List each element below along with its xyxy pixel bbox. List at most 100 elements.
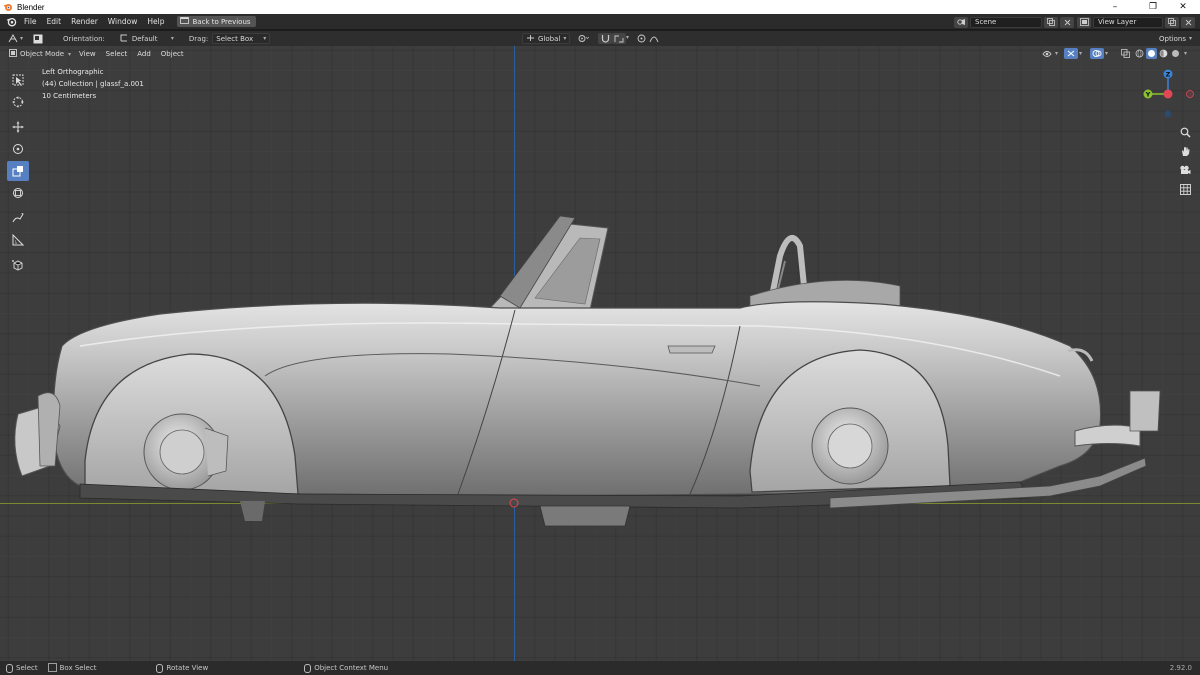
options-dropdown[interactable]: Options ▾: [1156, 33, 1196, 44]
visibility-chevron-icon[interactable]: ▾: [1055, 50, 1058, 57]
screen-icon: [180, 17, 190, 26]
annotate-tool-icon[interactable]: [7, 208, 29, 228]
close-button[interactable]: ✕: [1166, 0, 1200, 14]
scene-copy-icon[interactable]: [1044, 16, 1058, 28]
snap-target-icon[interactable]: [612, 33, 626, 44]
transform-tool-icon[interactable]: [7, 183, 29, 203]
view-layer-copy-icon[interactable]: [1165, 16, 1179, 28]
tool-shelf: [7, 70, 29, 277]
mouse-left-icon: [6, 663, 13, 673]
scene-selector: Scene: [954, 16, 1074, 28]
gizmo-y-label: Y: [1145, 91, 1151, 99]
view-layer-remove-icon[interactable]: [1181, 16, 1195, 28]
maximize-button[interactable]: ❐: [1136, 0, 1170, 14]
add-cube-tool-icon[interactable]: [7, 255, 29, 275]
blender-menu-icon[interactable]: [3, 14, 19, 30]
viewport-menu-view[interactable]: View: [74, 50, 101, 58]
select-box-tool-icon[interactable]: [7, 70, 29, 90]
viewport-menu-select[interactable]: Select: [101, 50, 133, 58]
orientation-chevron-icon: ▾: [170, 35, 174, 42]
object-visibility-icon[interactable]: [1040, 48, 1054, 59]
status-bar: Select Box Select Rotate View Object Con…: [0, 661, 1200, 675]
gizmo-chevron-icon[interactable]: ▾: [1079, 50, 1082, 57]
box-select-icon: [47, 662, 57, 674]
object-mode-dropdown[interactable]: Object Mode ▾: [6, 49, 74, 60]
minimize-button[interactable]: –: [1098, 0, 1132, 14]
transform-axes-icon: [526, 34, 535, 44]
wireframe-shading-icon[interactable]: [1134, 48, 1145, 59]
orientation-label: Orientation:: [63, 34, 105, 43]
scene-icon[interactable]: [954, 16, 968, 28]
rendered-shading-icon[interactable]: [1170, 48, 1181, 59]
zoom-icon[interactable]: [1177, 124, 1193, 140]
status-context-menu: Object Context Menu: [304, 663, 389, 673]
mouse-middle-icon: [156, 663, 164, 673]
window-title: Blender: [17, 2, 45, 12]
measure-tool-icon[interactable]: [7, 230, 29, 250]
gizmo-neg-x-axis[interactable]: [1186, 90, 1194, 98]
scene-field[interactable]: Scene: [970, 16, 1042, 28]
falloff-icon[interactable]: [647, 33, 661, 44]
drag-dropdown[interactable]: Select Box ▾: [212, 33, 271, 44]
navigation-gizmo[interactable]: Z Y: [1140, 66, 1196, 120]
mouse-right-icon: [304, 663, 312, 673]
viewport-header: Object Mode ▾ View Select Add Object ▾ ▾…: [0, 46, 1200, 62]
tool-settings-header: ▾ Orientation: Default ▾ Drag: Select Bo…: [0, 31, 1200, 46]
orthographic-grid-icon[interactable]: [1177, 181, 1193, 197]
status-box-select: Box Select: [47, 662, 96, 674]
orientation-value: Default: [131, 34, 158, 43]
object-mode-icon: [9, 49, 17, 59]
gizmo-x-axis[interactable]: [1163, 89, 1173, 99]
status-select: Select: [6, 663, 38, 673]
gizmo-neg-z-axis[interactable]: [1164, 110, 1172, 118]
proportional-edit-icon[interactable]: [634, 33, 648, 44]
xray-toggle-icon[interactable]: [1118, 48, 1132, 59]
cursor-tool-icon[interactable]: [7, 92, 29, 112]
transform-orientation-dropdown[interactable]: Global ▾: [522, 33, 570, 44]
scale-tool-icon[interactable]: [7, 161, 29, 181]
menu-window[interactable]: Window: [103, 14, 143, 30]
menu-render[interactable]: Render: [66, 14, 103, 30]
drag-label: Drag:: [188, 34, 209, 43]
back-to-previous-label: Back to Previous: [192, 17, 251, 26]
orientation-dropdown[interactable]: Default ▾: [117, 33, 177, 44]
scene-remove-icon[interactable]: [1060, 16, 1074, 28]
overlay-toggle-icon[interactable]: [1090, 48, 1104, 59]
car-model[interactable]: [0, 46, 1200, 661]
viewport-menu-object[interactable]: Object: [156, 50, 189, 58]
snap-toggle-icon[interactable]: [598, 33, 612, 44]
status-select-label: Select: [16, 664, 38, 672]
drag-chevron-icon: ▾: [263, 35, 267, 42]
pan-hand-icon[interactable]: [1177, 143, 1193, 159]
view-layer-icon[interactable]: [1077, 16, 1091, 28]
pivot-point-icon[interactable]: [576, 33, 590, 44]
editor-type-chevron-icon: ▾: [20, 35, 24, 42]
camera-view-icon[interactable]: [1177, 162, 1193, 178]
status-rotate-view-label: Rotate View: [166, 664, 209, 672]
blender-logo-icon: [3, 2, 13, 12]
menu-file[interactable]: File: [19, 14, 42, 30]
solid-shading-icon[interactable]: [1146, 48, 1157, 59]
status-rotate-view: Rotate View: [156, 663, 209, 673]
rotate-tool-icon[interactable]: [7, 139, 29, 159]
transform-chevron-icon: ▾: [563, 35, 567, 42]
overlay-chevron-icon[interactable]: ▾: [1105, 50, 1108, 57]
3d-viewport[interactable]: Object Mode ▾ View Select Add Object ▾ ▾…: [0, 46, 1200, 661]
status-context-menu-label: Object Context Menu: [314, 664, 389, 672]
material-shading-icon[interactable]: [1158, 48, 1169, 59]
select-mode-icon[interactable]: [31, 33, 45, 44]
snap-chevron-icon[interactable]: ▾: [626, 34, 629, 41]
view-layer-field[interactable]: View Layer: [1093, 16, 1163, 28]
object-mode-value: Object Mode: [20, 50, 65, 58]
move-tool-icon[interactable]: [7, 117, 29, 137]
menu-help[interactable]: Help: [142, 14, 169, 30]
version-text: 2.92.0: [1169, 664, 1192, 672]
shading-chevron-icon[interactable]: ▾: [1184, 50, 1187, 57]
editor-type-icon[interactable]: [6, 33, 20, 44]
object-mode-chevron-icon: ▾: [67, 50, 71, 58]
window-titlebar: Blender – ❐ ✕: [0, 0, 1200, 14]
back-to-previous-button[interactable]: Back to Previous: [177, 16, 256, 27]
viewport-menu-add[interactable]: Add: [132, 50, 156, 58]
gizmo-toggle-icon[interactable]: [1064, 48, 1078, 59]
menu-edit[interactable]: Edit: [42, 14, 67, 30]
